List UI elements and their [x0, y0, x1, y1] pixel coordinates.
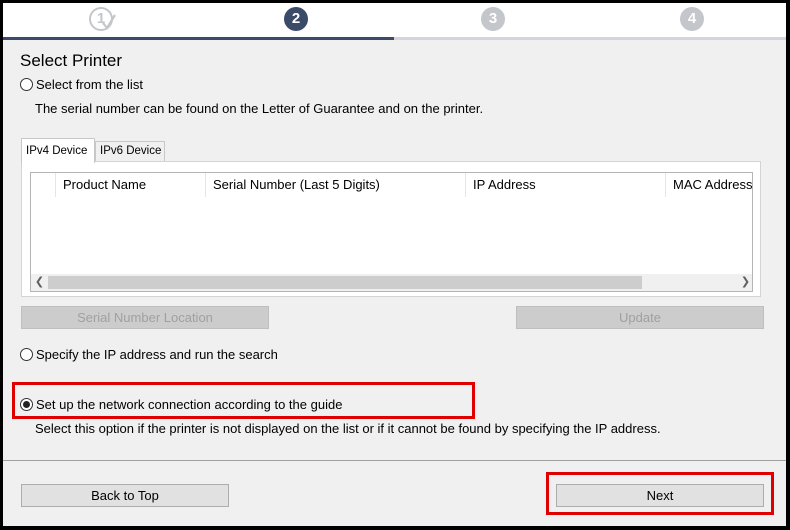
serial-number-location-button[interactable]: Serial Number Location — [21, 306, 269, 329]
radio-setup-via-guide[interactable]: Set up the network connection according … — [20, 397, 342, 412]
back-to-top-button[interactable]: Back to Top — [21, 484, 229, 507]
list-description: The serial number can be found on the Le… — [35, 101, 484, 116]
update-button[interactable]: Update — [516, 306, 764, 329]
radio-button-selected[interactable] — [20, 398, 33, 411]
radio-select-from-list[interactable]: Select from the list — [20, 77, 143, 92]
step-2-current: 2 — [284, 7, 308, 31]
list-header: Product Name Serial Number (Last 5 Digit… — [31, 173, 752, 197]
column-header-select[interactable] — [31, 173, 56, 197]
scroll-left-icon[interactable]: ❮ — [31, 274, 48, 291]
column-header-mac-address[interactable]: MAC Address — [666, 173, 752, 197]
step-track-progress — [3, 37, 394, 40]
next-button[interactable]: Next — [556, 484, 764, 507]
radio-label: Select from the list — [36, 77, 143, 92]
tab-ipv4[interactable]: IPv4 Device — [21, 138, 95, 163]
radio-label: Specify the IP address and run the searc… — [36, 347, 278, 362]
step-4: 4 — [680, 7, 704, 31]
radio-button[interactable] — [20, 348, 33, 361]
radio-label: Set up the network connection according … — [36, 397, 343, 412]
tab-ipv6[interactable]: IPv6 Device — [95, 141, 165, 162]
scrollbar-thumb[interactable] — [48, 276, 642, 289]
step-indicator: 1 2 3 4 — [3, 3, 786, 40]
step-3: 3 — [481, 7, 505, 31]
checkmark-icon — [102, 14, 116, 30]
radio-specify-ip[interactable]: Specify the IP address and run the searc… — [20, 347, 278, 362]
tab-panel: Product Name Serial Number (Last 5 Digit… — [21, 161, 761, 297]
column-header-ip-address[interactable]: IP Address — [466, 173, 666, 197]
setup-window: 1 2 3 4 Select Printer Select from the l… — [3, 3, 786, 526]
footer-divider — [3, 460, 786, 461]
guide-description: Select this option if the printer is not… — [35, 421, 661, 436]
column-header-serial-number[interactable]: Serial Number (Last 5 Digits) — [206, 173, 466, 197]
page-title: Select Printer — [20, 51, 123, 70]
column-header-product-name[interactable]: Product Name — [56, 173, 206, 197]
scroll-right-icon[interactable]: ❯ — [737, 274, 752, 291]
printer-list[interactable]: Product Name Serial Number (Last 5 Digit… — [30, 172, 753, 292]
horizontal-scrollbar[interactable]: ❮ ❯ — [31, 274, 752, 291]
radio-button[interactable] — [20, 78, 33, 91]
